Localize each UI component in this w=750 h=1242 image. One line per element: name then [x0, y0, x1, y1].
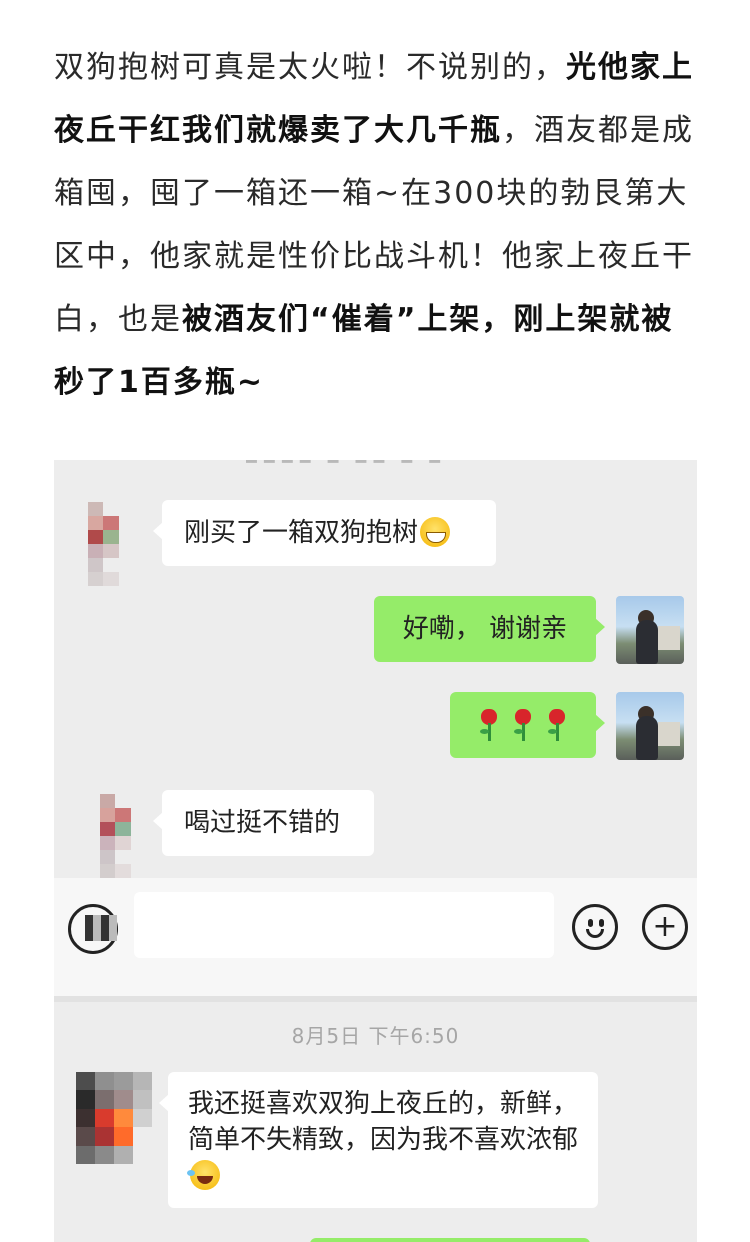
chat-screenshot-2: 8月5日 下午6:50 我还挺喜欢双狗上夜丘的，新鲜，简单不失精致，因为我不喜欢…: [54, 996, 697, 1242]
plus-icon[interactable]: +: [642, 904, 688, 950]
message-bubble-4[interactable]: 喝过挺不错的: [153, 790, 374, 856]
rose-emoji-icon: [477, 707, 501, 743]
message-bubble-5[interactable]: 我还挺喜欢双狗上夜丘的，新鲜，简单不失精致，因为我不喜欢浓郁: [159, 1072, 598, 1208]
message-text: 刚买了一箱双狗抱树: [184, 518, 419, 548]
contact-avatar-2[interactable]: [76, 1072, 152, 1164]
article-text: 双狗抱树可真是太火啦！不说别的，光他家上夜丘干红我们就爆卖了大几千瓶，酒友都是成…: [54, 36, 704, 414]
rose-emoji-icon: [511, 707, 535, 743]
timestamp-cut: ▪▪▪▪ ▪ ▪▪ ▪ ▪ ▪▪▪▪: [244, 460, 494, 464]
message-bubble-2[interactable]: 好嘞， 谢谢亲: [374, 596, 605, 662]
emoji-icon[interactable]: [572, 904, 618, 950]
contact-avatar[interactable]: [72, 502, 134, 586]
article-sentence-1: 双狗抱树可真是太火啦！不说别的，: [54, 50, 566, 85]
self-avatar[interactable]: [616, 596, 684, 664]
chat-screenshot-1: ▪▪▪▪ ▪ ▪▪ ▪ ▪ ▪▪▪▪ 刚买了一箱双狗抱树 好嘞， 谢谢亲 喝过挺…: [54, 460, 697, 996]
voice-icon[interactable]: [68, 904, 118, 954]
message-text: 好嘞， 谢谢亲: [402, 614, 568, 644]
grin-emoji-icon: [420, 517, 451, 547]
message-bubble-1[interactable]: 刚买了一箱双狗抱树: [153, 500, 496, 566]
contact-avatar[interactable]: [84, 794, 146, 878]
rose-emoji-icon: [545, 707, 569, 743]
message-text: 喝过挺不错的: [184, 808, 341, 838]
message-bubble-6-partial[interactable]: [310, 1238, 590, 1242]
message-timestamp: 8月5日 下午6:50: [291, 1024, 460, 1048]
input-bar: +: [54, 878, 697, 996]
message-input[interactable]: [134, 892, 554, 958]
self-avatar[interactable]: [616, 692, 684, 760]
message-text: 我还挺喜欢双狗上夜丘的，新鲜，简单不失精致，因为我不喜欢浓郁: [188, 1089, 579, 1155]
laugh-cry-emoji-icon: [187, 1160, 220, 1190]
message-bubble-3[interactable]: [450, 692, 605, 758]
